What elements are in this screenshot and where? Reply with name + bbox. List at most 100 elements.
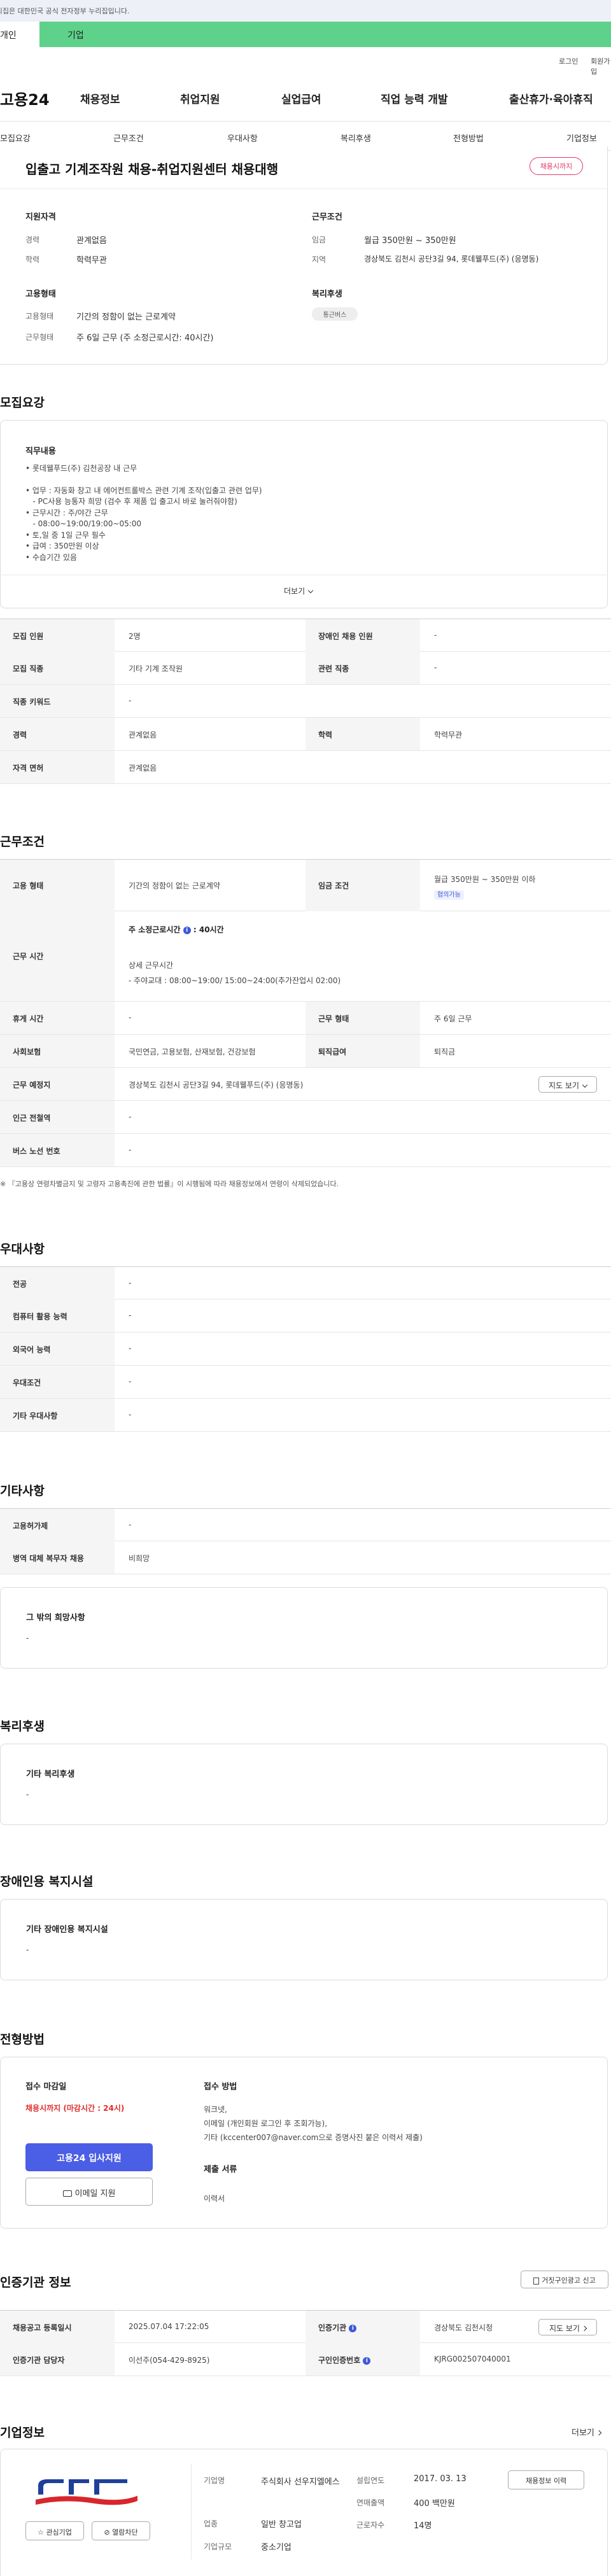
table-label: 관련 직종	[306, 652, 420, 684]
other-wish-title: 그 밖의 희망사항	[26, 1613, 85, 1623]
wage-label: 임금	[312, 235, 327, 244]
subnav-welfare[interactable]: 복리후생	[341, 132, 371, 144]
deadline-value: 채용시까지 (마감시간 : 24시)	[25, 2104, 125, 2113]
table-value: -	[129, 1520, 132, 1529]
login-link[interactable]: 로그인	[559, 56, 578, 66]
docs-title: 제출 서류	[204, 2165, 237, 2174]
gnb-item-support[interactable]: 취업지원	[180, 90, 220, 106]
table-label: 구인인증번호 i	[306, 2343, 420, 2376]
subnav-pref[interactable]: 우대사항	[227, 132, 258, 144]
chevron-down-icon	[307, 587, 314, 593]
company-logo	[25, 2474, 146, 2512]
hours-detail: - 주야교대 : 08:00~19:00/ 15:00~24:00(추가잔업시 …	[129, 976, 341, 985]
gnb-item-unemployment[interactable]: 실업급여	[281, 90, 321, 106]
table-row: 외국어 능력 -	[0, 1333, 611, 1366]
table-row: 근무 시간 주 소정근로시간 i : 40시간 상세 근무시간 - 주야교대 :…	[0, 911, 611, 1002]
job-title: 입출고 기계조작원 채용-취업지원센터 채용대행	[25, 162, 279, 177]
subnav-company[interactable]: 기업정보	[566, 132, 597, 144]
career-value: 관계없음	[76, 236, 107, 246]
block-company-button[interactable]: ⊘ 열람차단	[92, 2521, 150, 2540]
gnb-item-training[interactable]: 직업 능력 개발	[381, 90, 448, 106]
tab-personal[interactable]: 개인	[0, 22, 39, 47]
recruit-history-button[interactable]: 채용정보 이력	[508, 2470, 584, 2489]
info-icon[interactable]: i	[183, 926, 191, 934]
mail-icon	[62, 2190, 72, 2197]
document-icon	[533, 2277, 540, 2285]
table-value: -	[129, 696, 132, 705]
table-value: -	[129, 1145, 132, 1154]
method-item: 기타 (kccenter007@naver.com으로 증명사진 붙은 이력서 …	[204, 2133, 423, 2142]
table-label: 채용공고 등록일시	[0, 2311, 115, 2343]
table-row: 컴퓨터 활용 능력 -	[0, 1299, 611, 1333]
agency-map-button[interactable]: 지도 보기	[538, 2319, 597, 2335]
welfare-card: 기타 복리후생 -	[0, 1744, 608, 1825]
join-link[interactable]: 회원가입	[591, 56, 611, 76]
duty-line: • 토,일 중 1일 근무 필수	[25, 530, 106, 540]
table-row: 자격 면허 관계없음	[0, 751, 611, 784]
worktype-value: 주 6일 근무 (주 소정근로시간: 40시간)	[76, 333, 214, 343]
est-value: 2017. 03. 13	[414, 2474, 467, 2484]
table-label: 컴퓨터 활용 능력	[0, 1299, 115, 1332]
apply-button[interactable]: 고용24 입사지원	[25, 2143, 153, 2171]
table-row: 고용허가제 -	[0, 1508, 611, 1541]
table-row: 버스 노선 번호 -	[0, 1134, 611, 1167]
industry-label: 업종	[204, 2519, 218, 2528]
disab-card: 기타 장애인용 복지시설 -	[0, 1899, 608, 1980]
table-value: 기간의 정함이 없는 근로계약	[129, 881, 220, 890]
table-value: 2025.07.04 17:22:05	[129, 2322, 209, 2331]
table-row: 인근 전철역 -	[0, 1101, 611, 1134]
edu-label: 학력	[25, 255, 40, 264]
other-wish-card: 그 밖의 희망사항 -	[0, 1587, 608, 1669]
selection-heading: 전형방법	[0, 2033, 45, 2047]
chevron-down-icon	[582, 1082, 588, 1088]
duty-title: 직무내용	[25, 447, 56, 456]
subnav-selection[interactable]: 전형방법	[453, 132, 484, 144]
table-value: -	[129, 1112, 132, 1121]
work-title: 근무조건	[312, 213, 342, 222]
negotiable-badge: 협의가능	[434, 890, 464, 900]
wage-value: 월급 350만원 ~ 350만원	[364, 236, 456, 246]
emp-title: 고용형태	[25, 290, 56, 299]
edu-value: 학력무관	[76, 256, 107, 265]
map-button[interactable]: 지도 보기	[538, 1076, 597, 1093]
deadline-title: 접수 마감일	[25, 2082, 67, 2092]
subnav-recruit[interactable]: 모집요강	[0, 132, 31, 144]
company-name-value: 주식회사 선우지엘에스	[261, 2477, 340, 2487]
table-row: 휴게 시간 - 근무 형태 주 6일 근무	[0, 1002, 611, 1035]
welfare-box-title: 기타 복리후생	[26, 1770, 75, 1779]
info-icon[interactable]: i	[363, 2356, 371, 2365]
subnav-work[interactable]: 근무조건	[113, 132, 144, 144]
duty-line: • 수습기간 있음	[25, 552, 77, 562]
age-note: ※ 『고용상 연령차별금지 및 고령자 고용촉진에 관한 법률』이 시행됨에 따…	[0, 1180, 339, 1188]
table-value: -	[129, 1278, 132, 1287]
welfare-heading: 복리후생	[0, 1719, 45, 1733]
table-value: 국민연금, 고용보험, 산재보험, 건강보험	[129, 1047, 256, 1056]
info-icon[interactable]: i	[349, 2324, 357, 2332]
region-value: 경상북도 김천시 공단3길 94, 롯데웰푸드(주) (응명동)	[364, 255, 539, 263]
gnb-item-leave[interactable]: 출산휴가·육아휴직	[509, 90, 593, 106]
method-item: 이메일 (개인회원 로그인 후 조회가능),	[204, 2119, 328, 2128]
more-button[interactable]: 더보기	[284, 585, 314, 596]
favorite-company-button[interactable]: ☆ 관심기업	[25, 2521, 84, 2540]
table-row: 채용공고 등록일시 2025.07.04 17:22:05 인증기관 i 경상북…	[0, 2310, 611, 2343]
report-button[interactable]: 거짓구인광고 신고	[521, 2271, 608, 2288]
hours-main: 주 소정근로시간 i : 40시간	[129, 925, 224, 934]
site-logo[interactable]: 고용24	[0, 87, 50, 109]
table-value: 경상북도 김천시청	[434, 2323, 493, 2332]
method-title: 접수 방법	[204, 2082, 237, 2092]
qual-title: 지원자격	[25, 213, 56, 222]
divider	[0, 121, 611, 122]
company-name-label: 기업명	[204, 2476, 225, 2485]
table-row: 사회보험 국민연금, 고용보험, 산재보험, 건강보험 퇴직급여 퇴직금	[0, 1035, 611, 1068]
table-row: 우대조건 -	[0, 1366, 611, 1399]
tab-company[interactable]: 기업	[39, 22, 611, 47]
email-apply-button[interactable]: 이메일 지원	[25, 2178, 153, 2206]
table-value: 2명	[129, 632, 141, 641]
gov-banner: 이 누리집은 대한민국 공식 전자정부 누리집입니다.	[0, 0, 611, 22]
work-heading: 근무조건	[0, 835, 45, 849]
gnb-item-jobs[interactable]: 채용정보	[80, 90, 120, 106]
career-label: 경력	[25, 235, 40, 244]
est-label: 설립연도	[356, 2476, 385, 2485]
company-more-link[interactable]: 더보기	[572, 2426, 602, 2438]
table-row: 경력 관계없음 학력 학력무관	[0, 718, 611, 751]
